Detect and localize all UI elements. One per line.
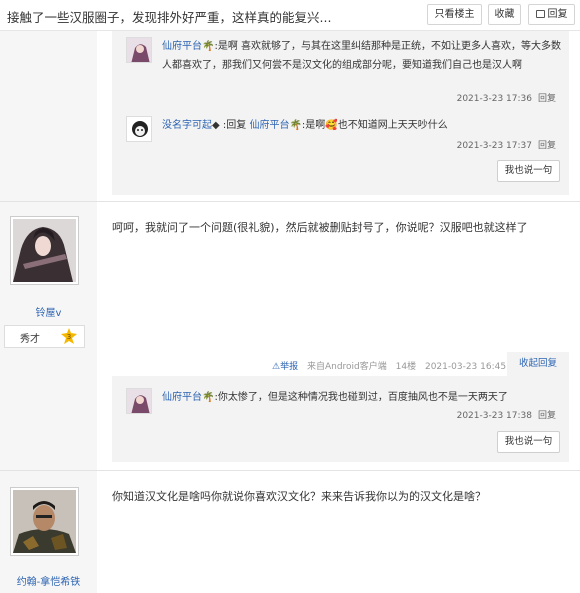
reply-username[interactable]: 没名字可起 [162, 120, 212, 131]
reply-link[interactable]: 回复 [538, 141, 556, 151]
reply-text: :是啊 [301, 120, 326, 131]
level-badge-icon: 3 [61, 328, 77, 344]
post-datetime: 2021-03-23 16:45 [424, 362, 507, 372]
reply-button-label: 回复 [547, 9, 568, 20]
post-content: 你知道汉文化是啥吗你就说你喜欢汉文化？来来告诉我你以为的汉文化是啥？ [112, 490, 486, 503]
avatar[interactable] [126, 37, 152, 63]
user-level: 秀才 3 [4, 325, 85, 348]
emoji-icon: 🥰 [325, 120, 338, 131]
avatar[interactable] [126, 388, 152, 414]
warning-icon: ⚠ [272, 362, 281, 372]
avatar[interactable] [10, 216, 79, 285]
reply-item: 没名字可起◆ :回复 仙府平台🌴:是啊🥰也不知道网上天天吵什么 2021-3-2… [126, 116, 556, 152]
floor-number: 14楼 [395, 362, 417, 372]
author-name[interactable]: 铃屋v [0, 304, 97, 319]
avatar[interactable] [10, 487, 79, 556]
reply-username[interactable]: 仙府平台 [162, 41, 202, 52]
reply-username[interactable]: 仙府平台 [162, 392, 202, 403]
reply-link[interactable]: 回复 [538, 94, 556, 104]
reply-link[interactable]: 回复 [538, 411, 556, 421]
post-content: 呵呵，我就问了一个问题(很礼貌)，然后就被删贴封号了，你说呢？汉服吧也就这样了 [112, 221, 528, 234]
reply-text: :你太惨了，但是这种情况我也碰到过，百度抽风也不是一天两天了 [214, 392, 508, 403]
reply-time: 2021-3-23 17:38 [456, 411, 532, 421]
reply-button[interactable]: 回复 [528, 4, 575, 25]
reply-text: :是啊 喜欢就够了，与其在这里纠结那种是正统，不如让更多人喜欢，等大多数人都喜欢… [162, 41, 562, 71]
say-something-button[interactable]: 我也说一句 [497, 160, 560, 182]
reply-text-2: 也不知道网上天天吵什么 [337, 120, 448, 131]
svg-text:3: 3 [67, 333, 71, 341]
avatar[interactable] [126, 116, 152, 142]
author-name[interactable]: 约翰-拿恺希铁 [0, 573, 97, 588]
level-title: 秀才 [20, 334, 40, 345]
reply-item: 仙府平台🌴:是啊 喜欢就够了，与其在这里纠结那种是正统，不如让更多人喜欢，等大多… [126, 37, 561, 104]
collapse-replies-button[interactable]: 收起回复 [507, 352, 569, 376]
reply-time: 2021-3-23 17:37 [456, 141, 532, 151]
say-something-button[interactable]: 我也说一句 [497, 431, 560, 453]
device-label: 来自Android客户端 [306, 362, 387, 372]
floor1-sidebar [0, 31, 97, 201]
reply-to-username[interactable]: 仙府平台 [249, 120, 289, 131]
only-author-button[interactable]: 只看楼主 [427, 4, 482, 25]
thread-header: 接触了一些汉服圈子，发现排外好严重，这样真的能复兴... 只看楼主 收藏 回复 [0, 0, 580, 31]
comment-icon [535, 10, 545, 18]
favorite-button[interactable]: 收藏 [488, 4, 521, 25]
reply-time: 2021-3-23 17:36 [456, 94, 532, 104]
thread-title: 接触了一些汉服圈子，发现排外好严重，这样真的能复兴... [7, 10, 332, 25]
post-tail: ⚠举报 来自Android客户端 14楼 2021-03-23 16:45 [272, 359, 506, 372]
reply-prefix: :回复 [222, 120, 247, 131]
reply-item: 仙府平台🌴:你太惨了，但是这种情况我也碰到过，百度抽风也不是一天两天了 2021… [126, 388, 556, 424]
report-link[interactable]: 举报 [280, 362, 298, 372]
